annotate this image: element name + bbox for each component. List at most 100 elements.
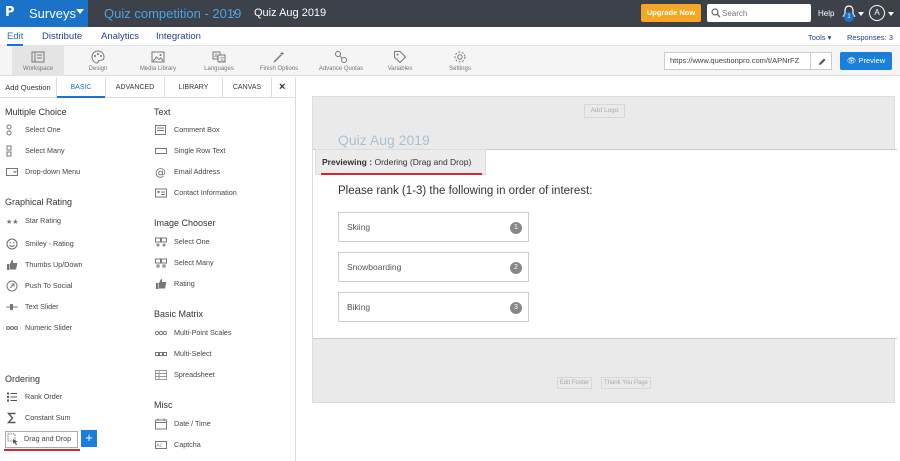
thumbs-up-icon [7,260,18,270]
qtype-label: Drag and Drop [24,434,72,443]
app-name: Surveys [29,6,76,21]
quota-icon [335,51,347,63]
tab-basic[interactable]: BASIC [57,77,105,98]
preview-button[interactable]: 👁 Preview [840,52,892,70]
eye-icon: 👁 [846,56,857,65]
edit-footer-button[interactable]: Edit Footer [557,377,592,389]
tool-label: Design [88,66,108,72]
numeric-slider-icon [6,326,18,330]
search-box[interactable] [707,4,811,22]
tool-finish-options[interactable]: Finish Options [254,46,304,76]
tools-menu[interactable]: Tools ▾ [808,33,831,42]
rank-number-badge: 3 [510,302,522,314]
tool-label: Languages [204,66,234,72]
help-link[interactable]: Help [818,9,834,18]
tool-design[interactable]: Design [76,46,120,76]
menu-analytics[interactable]: Analytics [101,31,139,42]
breadcrumb-folder[interactable]: Quiz competition - 2019 [104,6,241,21]
close-panel-icon[interactable]: × [279,81,285,93]
survey-preview-area: Add Logo Quiz Aug 2019 Previewing : Orde… [312,96,897,403]
thank-you-page-button[interactable]: Thank You Page [601,377,651,389]
edit-url-button[interactable] [810,52,832,70]
main-menu: Edit Distribute Analytics Integration To… [0,27,900,46]
tool-advance-quotas[interactable]: Advance Quotas [314,46,368,76]
app-switcher[interactable]: P Surveys [0,0,88,27]
add-question-button[interactable]: + [81,430,97,447]
qtype-label: Constant Sum [25,413,71,422]
qtype-label: Text Slider [25,302,59,311]
previewing-label: Previewing : Ordering (Drag and Drop) [315,149,486,175]
calendar-icon [155,418,167,430]
qtype-label: Email Address [174,167,220,176]
add-question-label: Add Question [5,83,51,92]
menu-integration[interactable]: Integration [156,31,201,42]
tool-languages[interactable]: A文 Languages [196,46,242,76]
qtype-label: Select One [174,237,210,246]
sigma-icon [6,412,16,424]
tool-settings[interactable]: Settings [442,46,478,76]
tool-label: Media Library [139,66,177,72]
qtype-label: Smiley - Rating [25,239,74,248]
tool-label: Advance Quotas [318,66,364,72]
qtype-label: Contact Information [174,188,237,197]
svg-text:@: @ [155,166,166,178]
question-preview-card: Previewing : Ordering (Drag and Drop) Pl… [313,149,897,339]
chevron-down-icon [76,9,84,14]
image-grid-icon [155,258,167,268]
tool-workspace[interactable]: Workspace [12,46,64,76]
breadcrumb-separator: › [232,5,237,20]
qtype-label: Rating [174,279,195,288]
menu-distribute[interactable]: Distribute [42,31,82,42]
tool-variables[interactable]: Variables [380,46,420,76]
qtype-label: Numeric Slider [25,323,73,332]
rank-option[interactable]: Snowboarding 2 [338,252,529,282]
section-text: Text [154,107,171,117]
notification-badge: 1 [844,12,854,22]
qtype-label: Comment Box [174,125,220,134]
matrix-radio-icon [155,330,167,336]
upgrade-now-button[interactable]: Upgrade Now [641,4,701,22]
rank-option[interactable]: Biking 3 [338,292,529,322]
tab-library[interactable]: LIBRARY [165,77,222,98]
qtype-label: Select Many [25,146,65,155]
contact-card-icon [155,188,167,198]
survey-canvas: Add Logo Quiz Aug 2019 Previewing : Orde… [297,77,900,461]
add-logo-button[interactable]: Add Logo [584,104,625,118]
qtype-label: Thumbs Up/Down [25,260,83,269]
svg-text:A: A [214,54,218,60]
tool-media-library[interactable]: Media Library [134,46,182,76]
tool-label: Finish Options [259,66,299,72]
tab-advanced[interactable]: ADVANCED [106,77,164,98]
svg-text:★★: ★★ [6,218,18,226]
at-sign-icon: @ [155,166,166,178]
questionpro-logo-icon: P [5,5,15,20]
section-image-chooser: Image Chooser [154,218,216,228]
rank-option[interactable]: Skiing 1 [338,212,529,242]
svg-text:文: 文 [220,56,225,63]
dropdown-icon [6,168,18,176]
gear-icon [454,51,466,63]
question-text: Please rank (1-3) the following in order… [338,185,593,197]
responses-count[interactable]: Responses: 3 [847,33,893,42]
rank-list-icon [7,392,17,402]
language-icon: A文 [212,51,226,63]
star-icon: ★★ [6,218,18,226]
tool-label: Variables [387,66,413,72]
user-avatar[interactable]: A [869,5,885,21]
highlight-underline [321,173,482,175]
checkbox-list-icon [6,145,12,157]
menu-edit[interactable]: Edit [7,31,23,42]
survey-title[interactable]: Quiz Aug 2019 [338,132,430,148]
tab-canvas[interactable]: CANVAS [223,77,271,98]
qtype-label: Rank Order [25,392,63,401]
survey-url-field[interactable]: https://www.questionpro.com/t/APNrFZ [664,52,812,70]
qtype-label: Star Rating [25,216,61,225]
rank-number-badge: 1 [510,222,522,234]
qtype-label: Select One [25,125,61,134]
search-input[interactable] [722,6,807,20]
spreadsheet-icon [155,370,167,380]
chevron-down-icon [888,12,894,16]
section-basic-matrix: Basic Matrix [154,309,204,319]
highlight-underline [4,449,80,451]
question-type-tabs: Add Question BASIC ADVANCED LIBRARY CANV… [0,77,296,98]
